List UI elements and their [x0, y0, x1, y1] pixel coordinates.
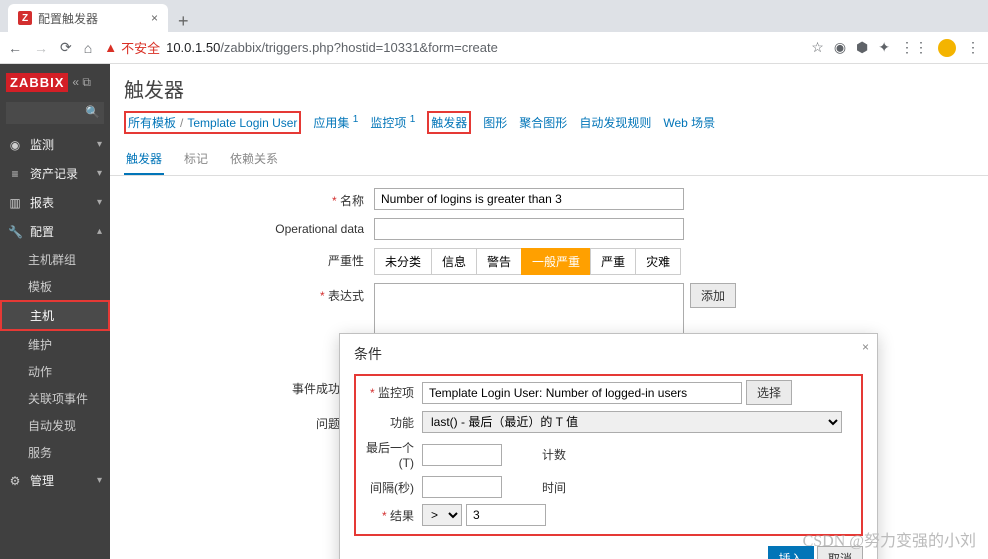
- breadcrumb-template[interactable]: Template Login User: [187, 116, 297, 130]
- eye-icon: ◉: [8, 138, 22, 152]
- chevron-down-icon: ▾: [97, 475, 102, 486]
- label-expression: 表达式: [328, 289, 364, 303]
- sidebar-sub-discovery[interactable]: 自动发现: [0, 412, 110, 439]
- function-select[interactable]: last() - 最后（最近）的 T 值: [422, 411, 842, 433]
- gear-icon: ⚙: [8, 474, 22, 488]
- address-bar: ← → ⟳ ⌂ ▲ 不安全 10.0.1.50/zabbix/triggers.…: [0, 32, 988, 64]
- url-box[interactable]: ▲ 不安全 10.0.1.50/zabbix/triggers.php?host…: [104, 38, 799, 57]
- item-input[interactable]: [422, 382, 742, 404]
- severity-group: 未分类 信息 警告 一般严重 严重 灾难: [374, 248, 974, 275]
- label-item: 监控项: [378, 386, 414, 400]
- browser-tabs: Z 配置触发器 × +: [0, 0, 988, 32]
- tab-deps[interactable]: 依赖关系: [228, 144, 280, 175]
- label-count: 计数: [542, 446, 566, 463]
- sidebar-item-reports[interactable]: ▥报表▾: [0, 188, 110, 217]
- breadcrumb: 所有模板 / Template Login User 应用集 1 监控项 1 触…: [110, 107, 988, 144]
- sidebar-item-monitoring[interactable]: ◉监测▾: [0, 130, 110, 159]
- dialog-cancel-button[interactable]: 取消: [817, 546, 863, 559]
- breadcrumb-graphs[interactable]: 图形: [483, 114, 507, 131]
- sidebar-item-config[interactable]: 🔧配置▴: [0, 217, 110, 246]
- label-last-t: 最后一个 (T): [366, 441, 414, 470]
- apps-icon[interactable]: ⋮⋮: [900, 39, 928, 56]
- chevron-down-icon: ▾: [97, 168, 102, 179]
- dialog-title: 条件: [354, 344, 863, 364]
- form-tabs: 触发器 标记 依赖关系: [110, 144, 988, 176]
- new-tab-button[interactable]: +: [168, 11, 199, 32]
- zabbix-logo[interactable]: ZABBIX: [6, 73, 68, 92]
- chevron-down-icon: ▾: [97, 139, 102, 150]
- insecure-badge: ▲ 不安全: [104, 38, 160, 57]
- sev-warning[interactable]: 警告: [476, 248, 522, 275]
- label-severity: 严重性: [328, 254, 364, 268]
- sidebar-sub-templates[interactable]: 模板: [0, 273, 110, 300]
- menu-icon[interactable]: ⋮: [966, 39, 980, 56]
- sev-average[interactable]: 一般严重: [521, 248, 591, 275]
- breadcrumb-all-templates[interactable]: 所有模板: [128, 114, 176, 131]
- sidebar: ZABBIX « ⧉ 🔍 ◉监测▾ ≡资产记录▾ ▥报表▾ 🔧配置▴ 主机群组 …: [0, 64, 110, 559]
- opdata-input[interactable]: [374, 218, 684, 240]
- forward-icon[interactable]: →: [34, 40, 48, 56]
- tab-title: 配置触发器: [38, 10, 98, 27]
- main-content: 触发器 所有模板 / Template Login User 应用集 1 监控项…: [110, 64, 988, 559]
- label-opdata: Operational data: [275, 222, 364, 236]
- sev-high[interactable]: 严重: [590, 248, 636, 275]
- back-icon[interactable]: ←: [8, 40, 22, 56]
- dialog-close-icon[interactable]: ×: [862, 340, 869, 354]
- insert-button[interactable]: 插入: [768, 546, 814, 559]
- chevron-down-icon: ▾: [97, 197, 102, 208]
- browser-tab[interactable]: Z 配置触发器 ×: [8, 4, 168, 32]
- puzzle-icon[interactable]: ✦: [878, 39, 890, 56]
- list-icon: ≡: [8, 167, 22, 181]
- label-result: 结果: [390, 509, 414, 523]
- sidebar-sub-actions[interactable]: 动作: [0, 358, 110, 385]
- sidebar-sub-hosts[interactable]: 主机: [0, 300, 110, 331]
- sev-disaster[interactable]: 灾难: [635, 248, 681, 275]
- last-t-input[interactable]: [422, 444, 502, 466]
- close-icon[interactable]: ×: [151, 11, 158, 25]
- extension-icons: ☆ ◉ ⬢ ✦ ⋮⋮ ⋮: [811, 39, 980, 57]
- select-item-button[interactable]: 选择: [746, 380, 792, 405]
- label-time: 时间: [542, 479, 566, 496]
- breadcrumb-apps[interactable]: 应用集 1: [313, 114, 358, 131]
- breadcrumb-aggr[interactable]: 聚合图形: [519, 114, 567, 131]
- interval-input[interactable]: [422, 476, 502, 498]
- extension-icon[interactable]: ◉: [834, 39, 846, 56]
- condition-dialog: × 条件 * 监控项 选择 功能 last() - 最后（最近）的 T 值 最后…: [339, 333, 878, 559]
- sidebar-item-inventory[interactable]: ≡资产记录▾: [0, 159, 110, 188]
- home-icon[interactable]: ⌂: [84, 40, 92, 56]
- sidebar-sub-maintenance[interactable]: 维护: [0, 331, 110, 358]
- tab-trigger[interactable]: 触发器: [124, 144, 164, 175]
- warning-icon: ▲: [104, 40, 117, 55]
- extension-icon[interactable]: ⬢: [856, 39, 868, 56]
- result-operator-select[interactable]: >: [422, 504, 462, 526]
- breadcrumb-triggers[interactable]: 触发器: [431, 116, 467, 130]
- sidebar-sub-correlation[interactable]: 关联项事件: [0, 385, 110, 412]
- star-icon[interactable]: ☆: [811, 39, 824, 56]
- sev-info[interactable]: 信息: [431, 248, 477, 275]
- page-title: 触发器: [110, 64, 988, 107]
- avatar[interactable]: [938, 39, 956, 57]
- breadcrumb-items[interactable]: 监控项 1: [370, 114, 415, 131]
- search-icon[interactable]: 🔍: [85, 105, 100, 119]
- breadcrumb-web[interactable]: Web 场景: [663, 114, 715, 131]
- sidebar-sub-services[interactable]: 服务: [0, 439, 110, 466]
- sev-notclassified[interactable]: 未分类: [374, 248, 432, 275]
- label-function: 功能: [390, 416, 414, 430]
- collapse-icon[interactable]: « ⧉: [72, 75, 91, 90]
- name-input[interactable]: [374, 188, 684, 210]
- tab-tags[interactable]: 标记: [182, 144, 210, 175]
- label-name: 名称: [340, 194, 364, 208]
- zabbix-favicon: Z: [18, 11, 32, 25]
- label-interval: 间隔(秒): [370, 481, 414, 495]
- breadcrumb-discovery[interactable]: 自动发现规则: [579, 114, 651, 131]
- sidebar-sub-hostgroups[interactable]: 主机群组: [0, 246, 110, 273]
- add-expression-button[interactable]: 添加: [690, 283, 736, 308]
- result-value-input[interactable]: [466, 504, 546, 526]
- chevron-up-icon: ▴: [97, 226, 102, 237]
- wrench-icon: 🔧: [8, 225, 22, 239]
- chart-icon: ▥: [8, 196, 22, 210]
- reload-icon[interactable]: ⟳: [60, 39, 72, 56]
- url-text: 10.0.1.50/zabbix/triggers.php?hostid=103…: [166, 40, 498, 55]
- sidebar-item-admin[interactable]: ⚙管理▾: [0, 466, 110, 495]
